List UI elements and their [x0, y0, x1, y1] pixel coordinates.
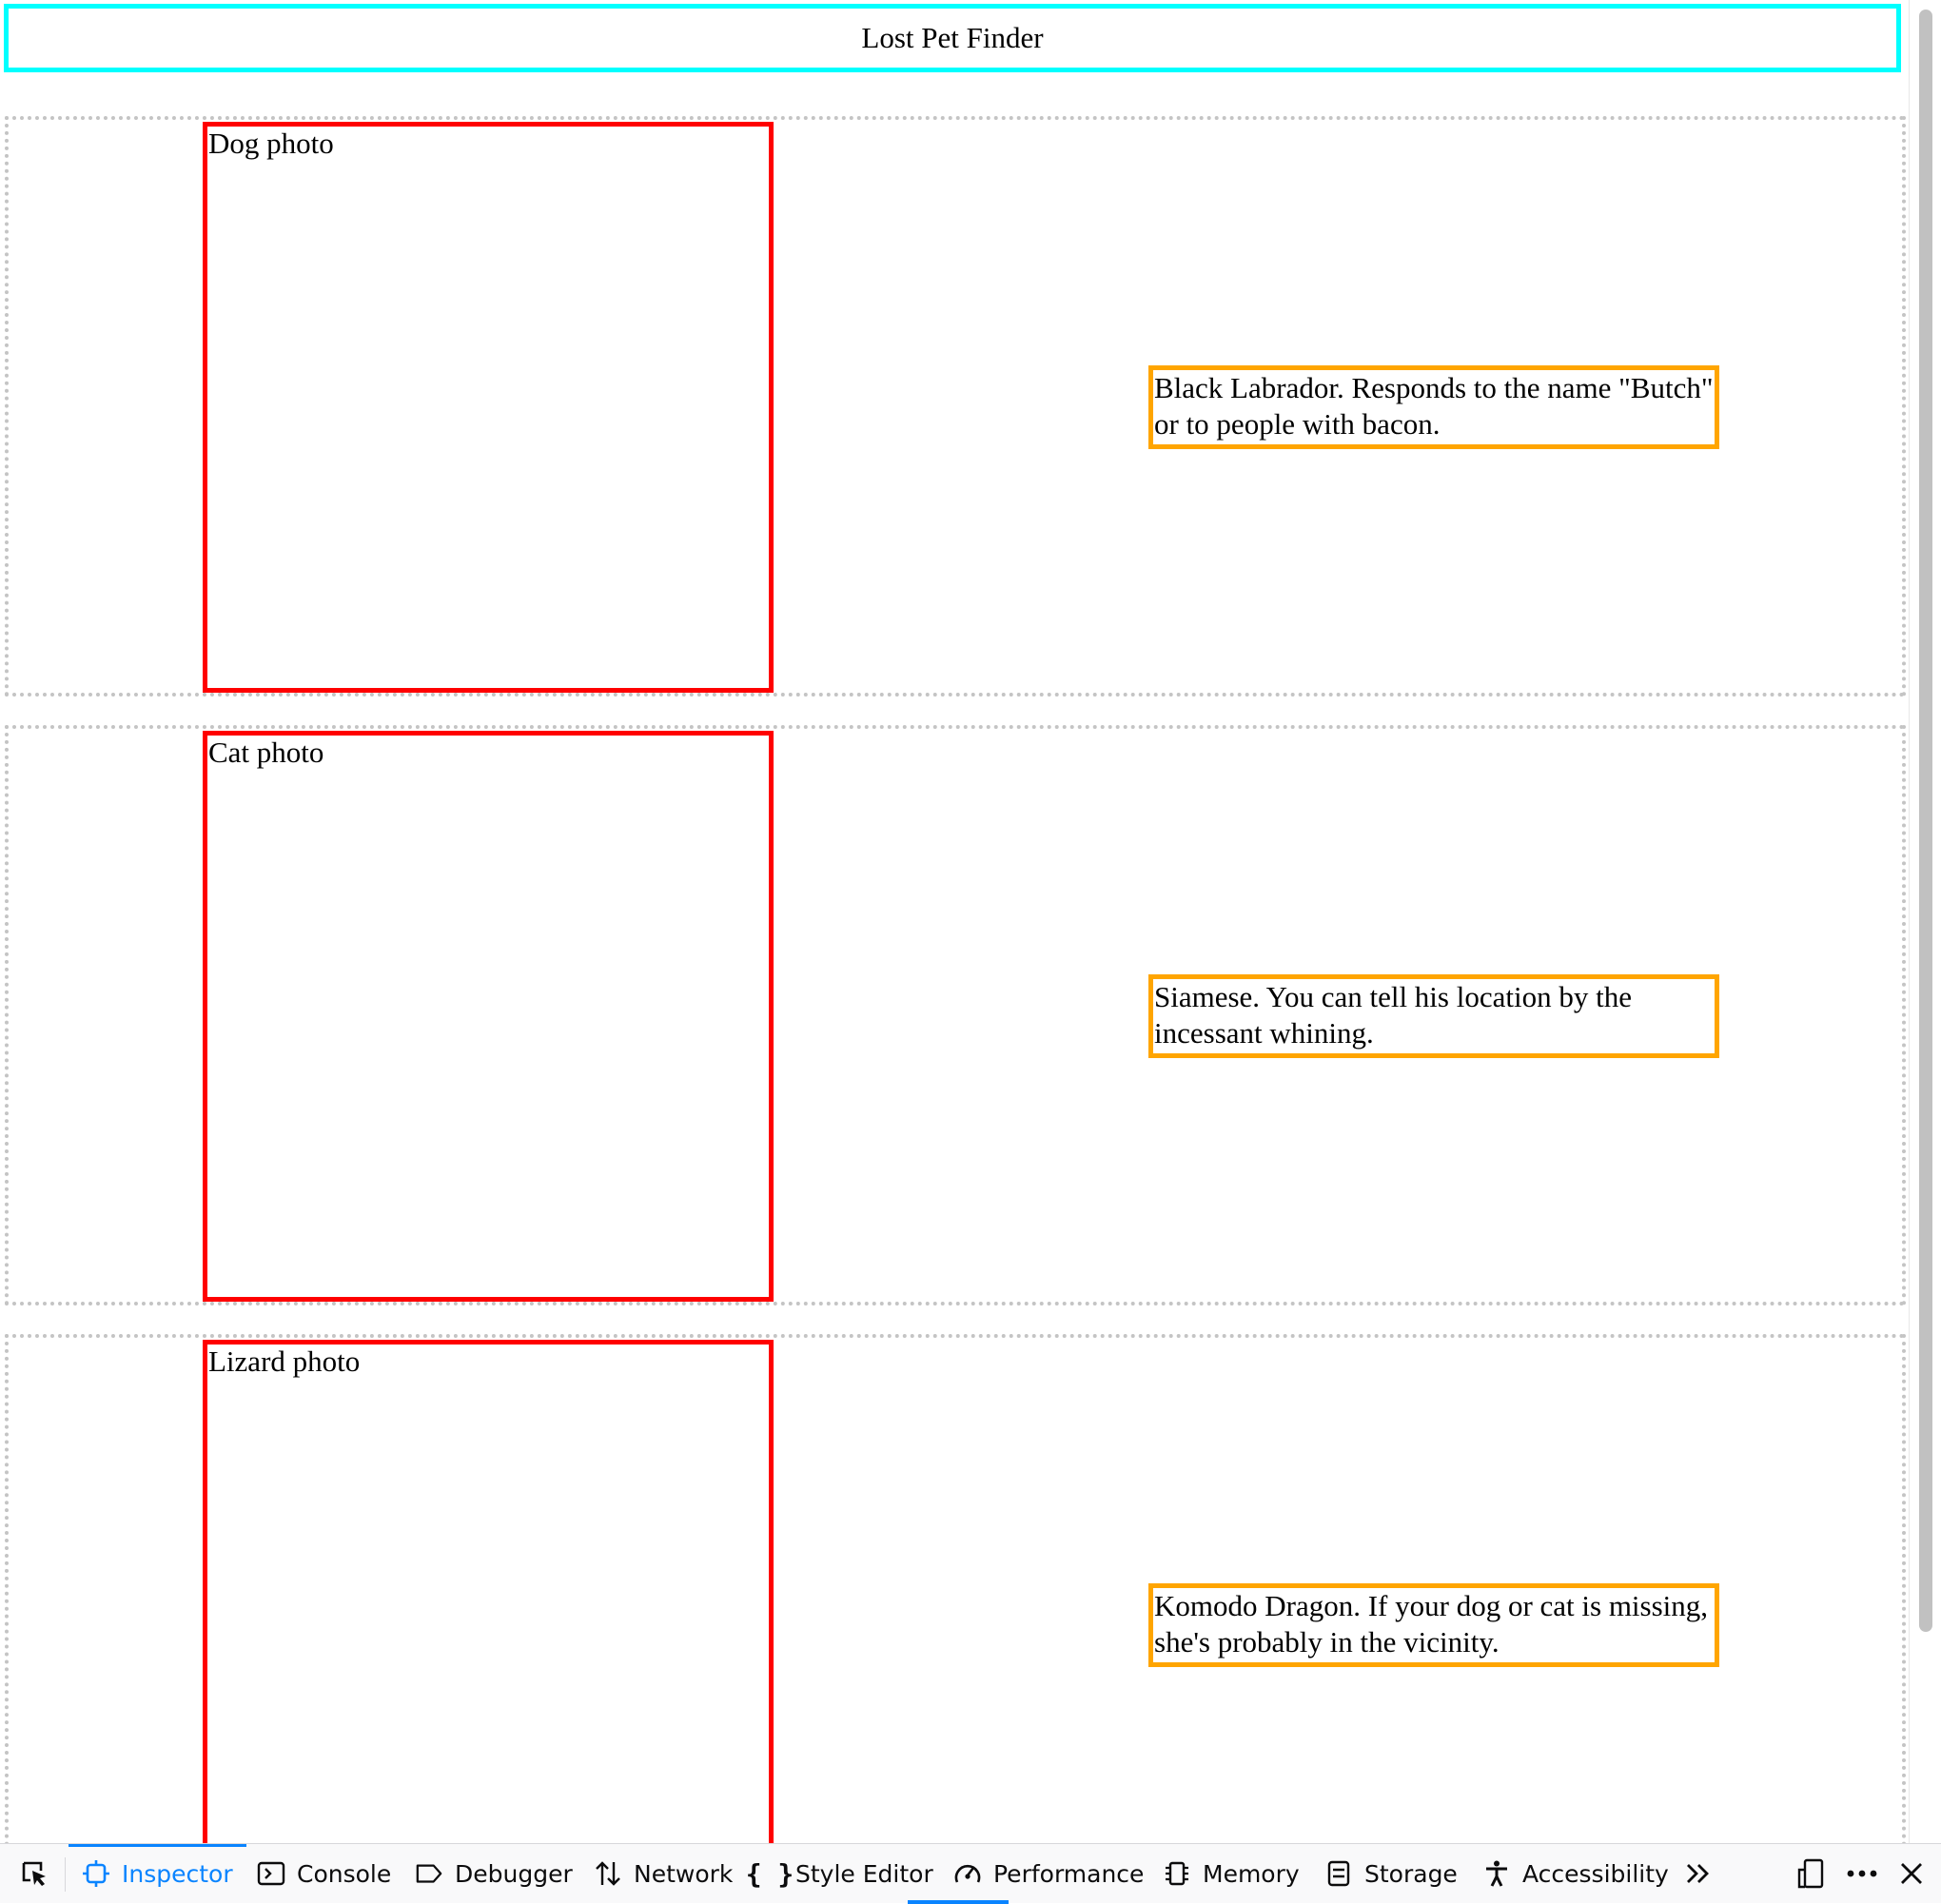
- responsive-design-button[interactable]: [1796, 1844, 1825, 1903]
- pet-description: Siamese. You can tell his location by th…: [1148, 974, 1719, 1058]
- tab-debugger[interactable]: Debugger: [415, 1844, 573, 1903]
- tab-network[interactable]: Network: [594, 1844, 733, 1903]
- tab-memory[interactable]: Memory: [1163, 1844, 1300, 1903]
- tab-performance[interactable]: Performance: [953, 1844, 1144, 1903]
- close-icon: [1899, 1861, 1924, 1886]
- ellipsis-icon: [1846, 1859, 1878, 1888]
- pet-photo-label: Lizard photo: [208, 1345, 361, 1378]
- tab-label: Memory: [1203, 1859, 1300, 1888]
- responsive-design-icon: [1796, 1858, 1825, 1889]
- tab-label: Debugger: [455, 1859, 573, 1888]
- pet-description: Komodo Dragon. If your dog or cat is mis…: [1148, 1583, 1719, 1667]
- element-picker-button[interactable]: [19, 1844, 49, 1903]
- console-icon: [257, 1859, 285, 1888]
- pet-description: Black Labrador. Responds to the name "Bu…: [1148, 365, 1719, 449]
- pet-description-text: Black Labrador. Responds to the name "Bu…: [1154, 371, 1714, 441]
- vertical-scrollbar[interactable]: [1909, 0, 1941, 1843]
- tab-style-editor[interactable]: { } Style Editor: [745, 1844, 933, 1903]
- performance-icon: [953, 1859, 982, 1888]
- pet-card: Lizard photo Komodo Dragon. If your dog …: [5, 1334, 1906, 1843]
- tab-label: Network: [634, 1859, 734, 1888]
- tab-label: Performance: [993, 1859, 1145, 1888]
- pet-photo-label: Cat photo: [208, 736, 324, 769]
- pet-card: Cat photo Siamese. You can tell his loca…: [5, 725, 1906, 1305]
- network-icon: [594, 1859, 622, 1888]
- tab-label: Accessibility: [1522, 1859, 1669, 1888]
- tab-label: Inspector: [122, 1859, 233, 1888]
- page-title: Lost Pet Finder: [4, 4, 1901, 72]
- tab-label: Console: [297, 1859, 392, 1888]
- inspector-icon: [82, 1859, 110, 1888]
- pet-description-text: Siamese. You can tell his location by th…: [1154, 980, 1632, 1050]
- tab-console[interactable]: Console: [257, 1844, 391, 1903]
- memory-icon: [1163, 1859, 1191, 1888]
- resize-indicator: [908, 1900, 1009, 1904]
- pet-card: Dog photo Black Labrador. Responds to th…: [5, 116, 1906, 697]
- pet-photo: Lizard photo: [203, 1340, 774, 1843]
- style-editor-icon: { }: [745, 1857, 794, 1890]
- pet-description-text: Komodo Dragon. If your dog or cat is mis…: [1154, 1589, 1709, 1659]
- toolbar-divider: [65, 1857, 66, 1892]
- tab-storage[interactable]: Storage: [1324, 1844, 1458, 1903]
- tab-accessibility[interactable]: Accessibility: [1482, 1844, 1669, 1903]
- debugger-icon: [415, 1859, 443, 1888]
- tab-inspector[interactable]: Inspector: [69, 1844, 246, 1903]
- page-title-text: Lost Pet Finder: [861, 21, 1044, 54]
- devtools-toolbar: Inspector Console Debugger Network { } S…: [0, 1843, 1941, 1904]
- more-tabs-button[interactable]: [1684, 1844, 1713, 1903]
- pet-photo: Cat photo: [203, 731, 774, 1302]
- close-devtools-button[interactable]: [1899, 1844, 1924, 1903]
- pet-photo-label: Dog photo: [208, 127, 334, 160]
- chevron-double-right-icon: [1684, 1859, 1713, 1888]
- pet-photo: Dog photo: [203, 122, 774, 693]
- options-menu-button[interactable]: [1846, 1844, 1878, 1903]
- tab-label: Storage: [1364, 1859, 1458, 1888]
- storage-icon: [1324, 1859, 1353, 1888]
- tab-label: Style Editor: [795, 1859, 933, 1888]
- scrollbar-thumb[interactable]: [1919, 10, 1932, 1632]
- page-viewport: Lost Pet Finder Dog photo Black Labrador…: [0, 0, 1941, 1843]
- element-picker-icon: [19, 1858, 49, 1889]
- accessibility-icon: [1482, 1859, 1511, 1888]
